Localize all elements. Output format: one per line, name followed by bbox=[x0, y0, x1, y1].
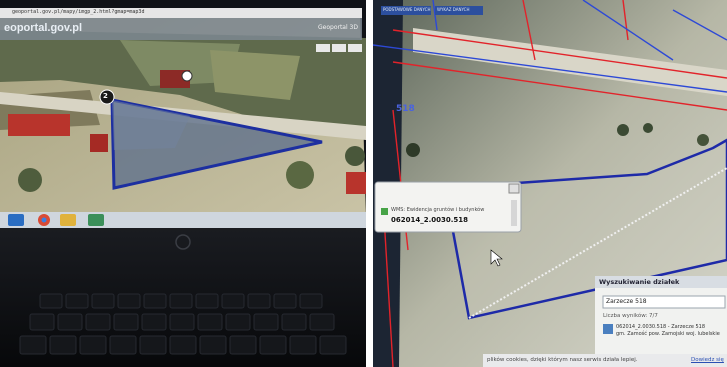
media-icon[interactable] bbox=[88, 214, 104, 226]
tooltip-scrollbar[interactable] bbox=[511, 200, 517, 226]
map-pin[interactable] bbox=[181, 70, 193, 82]
cookie-link[interactable]: Dowiedz się bbox=[691, 357, 724, 363]
browser-icon[interactable] bbox=[8, 214, 24, 226]
tooltip-value[interactable]: 062014_2.0030.518 bbox=[391, 216, 468, 224]
folder-icon[interactable] bbox=[60, 214, 76, 226]
browser-url[interactable]: geoportal.gov.pl/mapy/imgp_2.html?gmap=m… bbox=[12, 9, 144, 15]
cookie-text: plików cookies, dzięki którym nasz serwi… bbox=[487, 357, 638, 363]
right-photo: PODSTAWOWE DANYCH WYKAZ DANYCH 518 WMS: … bbox=[373, 0, 727, 367]
search-result-line2: gm. Zamość pow. Zamojski woj. lubelskie bbox=[616, 331, 720, 337]
tab-podstawowe-label: PODSTAWOWE DANYCH bbox=[383, 7, 431, 12]
tooltip-close-button[interactable] bbox=[508, 183, 520, 194]
house-roof bbox=[90, 134, 108, 152]
search-panel-title: Wyszukiwanie działek bbox=[599, 278, 680, 286]
layer-icon bbox=[381, 208, 388, 215]
map-tool-button[interactable] bbox=[348, 44, 362, 52]
tab-wykaz-label: WYKAZ DANYCH bbox=[437, 7, 470, 12]
house-roof bbox=[8, 114, 70, 136]
left-photo-scene bbox=[0, 0, 366, 367]
right-photo-scene bbox=[373, 0, 727, 367]
result-icon bbox=[603, 324, 613, 334]
parcel-marker-label: 2 bbox=[103, 92, 108, 100]
header-title: Geoportal 3D bbox=[318, 24, 358, 31]
results-count: Liczba wyników: 7/7 bbox=[603, 313, 658, 319]
parcel-number-label: 518 bbox=[396, 104, 415, 114]
map-tool-button[interactable] bbox=[316, 44, 330, 52]
house-roof bbox=[346, 172, 366, 194]
map-tool-button[interactable] bbox=[332, 44, 346, 52]
search-input-value[interactable]: Zarzecze 518 bbox=[606, 298, 647, 305]
taskbar bbox=[0, 212, 366, 228]
left-photo: geoportal.gov.pl/mapy/imgp_2.html?gmap=m… bbox=[0, 0, 366, 367]
site-logo: eoportal.gov.pl bbox=[4, 22, 83, 34]
search-result-line1[interactable]: 062014_2.0030.518 - Zarzecze 518 bbox=[616, 324, 705, 330]
tooltip-title: WMS: Ewidencja gruntów i budynków bbox=[391, 207, 485, 213]
